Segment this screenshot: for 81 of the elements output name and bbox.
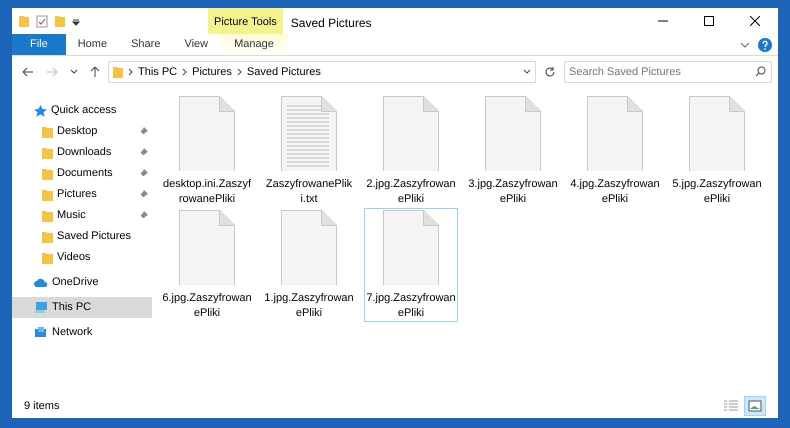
navigation-item[interactable]: Documents — [12, 163, 152, 184]
contextual-tab-group: Picture Tools — [208, 8, 283, 34]
pin-icon[interactable] — [139, 127, 148, 136]
navigation-item[interactable]: Quick access — [12, 100, 152, 121]
navigation-item[interactable]: Desktop — [12, 121, 152, 142]
blank-document-icon — [485, 96, 541, 171]
folder-icon — [42, 146, 53, 158]
search-field[interactable]: Search Saved Pictures — [564, 61, 772, 83]
file-name: 2.jpg.ZaszyfrowanePliki — [366, 177, 456, 207]
file-menu-button[interactable]: File — [12, 34, 66, 55]
search-icon — [755, 66, 766, 77]
blank-document-icon — [383, 96, 439, 171]
file-name: desktop.ini.ZaszyfrowanePliki — [162, 177, 252, 207]
file-name: 1.jpg.ZaszyfrowanePliki — [264, 291, 354, 321]
blank-document-icon — [587, 96, 643, 171]
chevron-icon — [236, 68, 242, 76]
folder-icon — [42, 230, 53, 242]
close-icon — [750, 16, 760, 26]
maximize-icon — [704, 16, 714, 26]
computer-icon — [34, 302, 48, 314]
blank-document-icon — [179, 96, 235, 171]
file-item[interactable]: 7.jpg.ZaszyfrowanePliki — [364, 208, 458, 322]
file-item[interactable]: 4.jpg.ZaszyfrowanePliki — [568, 94, 662, 208]
address-field[interactable]: This PC Pictures Saved Pictures — [108, 61, 536, 83]
file-name: 3.jpg.ZaszyfrowanePliki — [468, 177, 558, 207]
breadcrumb-item[interactable]: Saved Pictures — [246, 64, 321, 80]
details-view-icon — [724, 400, 738, 412]
blank-document-icon — [383, 210, 439, 285]
pin-icon[interactable] — [139, 169, 148, 178]
cloud-icon — [34, 278, 48, 287]
file-item[interactable]: desktop.ini.ZaszyfrowanePliki — [160, 94, 254, 208]
folder-icon — [42, 126, 53, 138]
ribbon-tab[interactable]: Share — [119, 34, 172, 55]
blank-document-icon — [689, 96, 745, 171]
breadcrumb-item[interactable]: Pictures — [192, 64, 232, 80]
file-item[interactable]: 1.jpg.ZaszyfrowanePliki — [262, 208, 356, 322]
pin-icon[interactable] — [139, 190, 148, 199]
navigation-item[interactable]: Network — [12, 322, 152, 343]
ribbon-tab[interactable]: Home — [66, 34, 120, 55]
navigation-item[interactable]: Videos — [12, 247, 152, 268]
file-name: 7.jpg.ZaszyfrowanePliki — [366, 291, 456, 321]
chevron-icon — [128, 68, 133, 76]
folder-icon — [42, 188, 53, 200]
star-icon — [34, 104, 47, 116]
navigation-item[interactable]: Downloads — [12, 142, 152, 163]
folder-icon — [42, 210, 53, 222]
file-item[interactable]: 2.jpg.ZaszyfrowanePliki — [364, 94, 458, 208]
file-item[interactable]: 3.jpg.ZaszyfrowanePliki — [466, 94, 560, 208]
folder-icon — [113, 66, 123, 78]
chevron-icon — [182, 68, 188, 76]
blank-document-icon — [281, 210, 337, 285]
window-title: Saved Pictures — [290, 15, 372, 32]
file-item[interactable]: 5.jpg.ZaszyfrowanePliki — [670, 94, 764, 208]
navigation-item[interactable]: Saved Pictures — [12, 226, 152, 247]
ribbon-tab[interactable]: View — [172, 34, 220, 55]
file-name: 6.jpg.ZaszyfrowanePliki — [162, 291, 252, 321]
folder-icon — [42, 168, 53, 180]
file-name: 4.jpg.ZaszyfrowanePliki — [570, 177, 660, 207]
file-name: 5.jpg.ZaszyfrowanePliki — [672, 177, 762, 207]
network-icon — [34, 326, 48, 338]
text-document-icon — [281, 96, 337, 171]
navigation-item[interactable]: Pictures — [12, 184, 152, 205]
navigation-item[interactable]: This PC — [12, 297, 152, 318]
pin-icon[interactable] — [139, 148, 148, 157]
file-name: ZaszyfrowanePliki.txt — [264, 177, 354, 207]
file-item[interactable]: 6.jpg.ZaszyfrowanePliki — [160, 208, 254, 322]
expand-ribbon-icon[interactable] — [740, 42, 750, 48]
properties-icon[interactable] — [36, 14, 48, 28]
folder-icon — [18, 14, 30, 28]
help-icon[interactable] — [758, 38, 772, 52]
folder-icon — [42, 252, 53, 264]
navigation-item[interactable]: Music — [12, 205, 152, 226]
dropdown-icon[interactable] — [523, 69, 531, 75]
item-count: 9 items — [24, 398, 60, 414]
large-icons-view-icon — [748, 400, 762, 412]
pin-icon[interactable] — [139, 211, 148, 220]
blank-document-icon — [179, 210, 235, 285]
navigation-item[interactable]: OneDrive — [12, 272, 152, 293]
file-item[interactable]: ZaszyfrowanePliki.txt — [262, 94, 356, 208]
breadcrumb-item[interactable]: This PC — [138, 64, 178, 80]
large-icons-view-button[interactable] — [744, 396, 766, 416]
